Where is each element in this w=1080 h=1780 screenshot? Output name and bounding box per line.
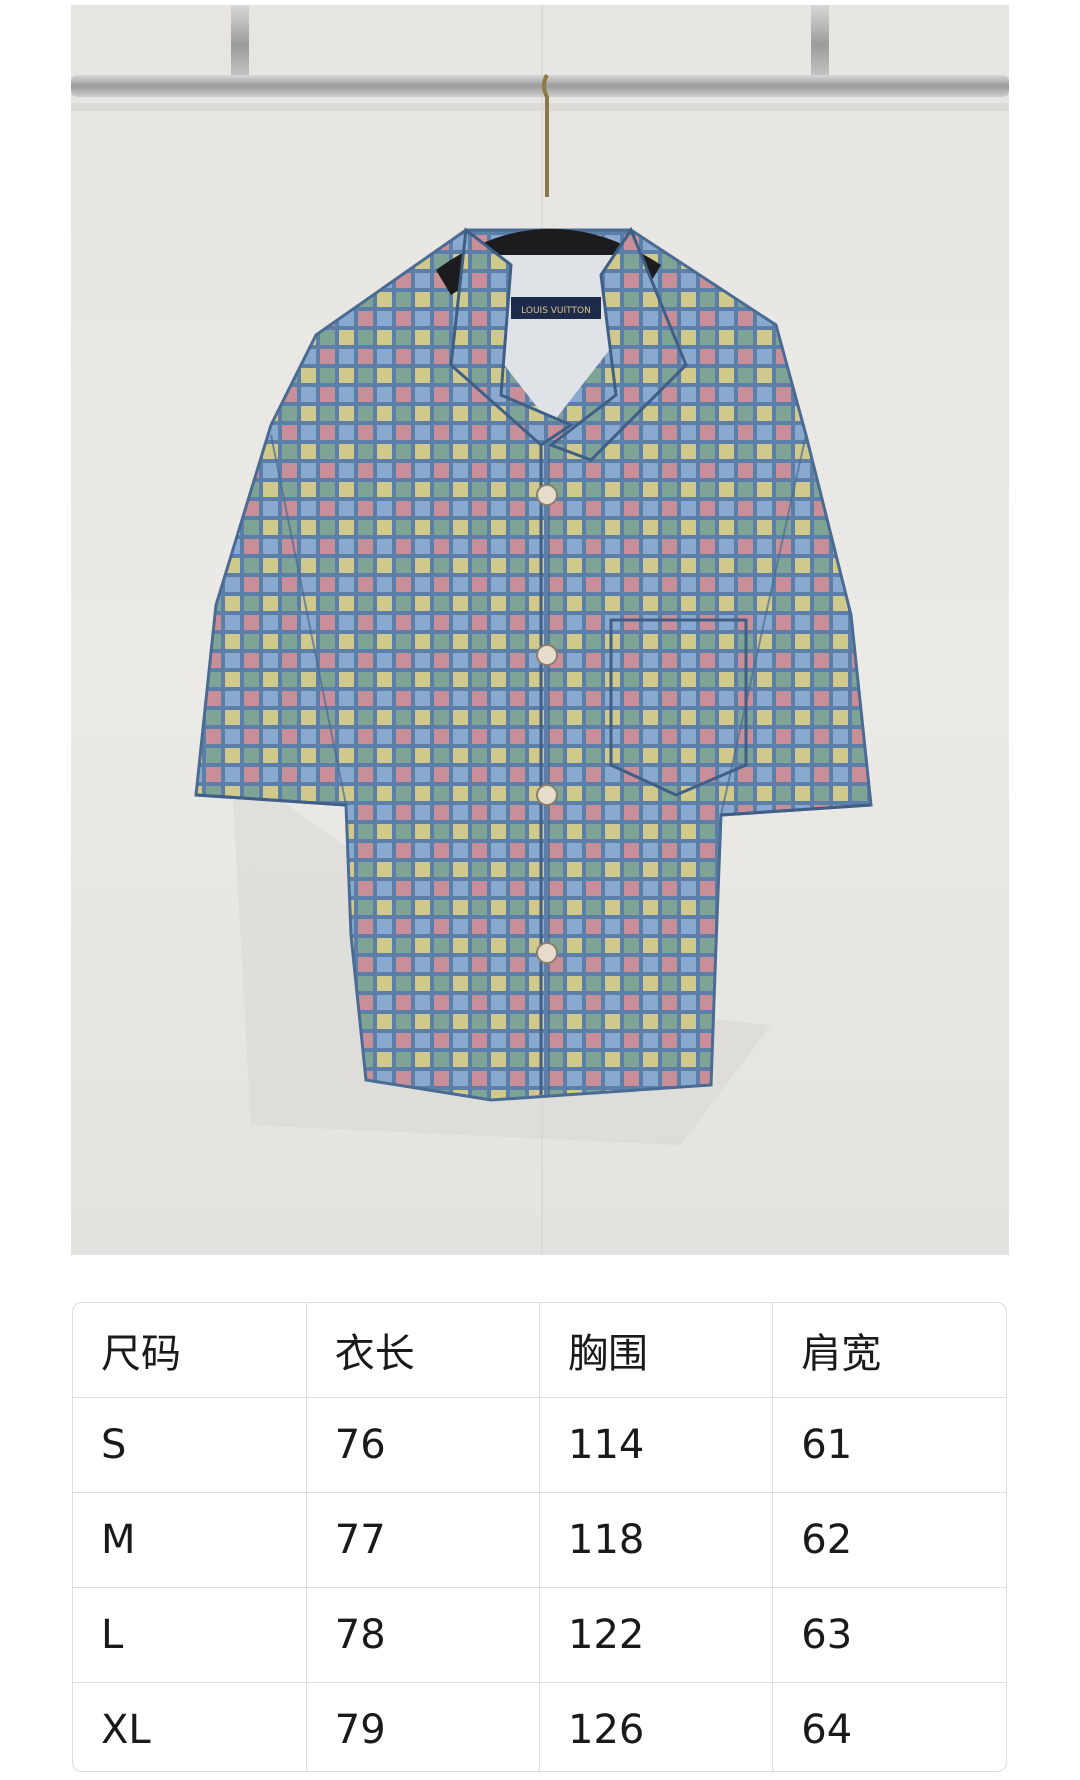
brand-label-text: LOUIS VUITTON: [521, 306, 591, 316]
clothing-rail: [71, 5, 1009, 111]
length-cell: 77: [306, 1492, 541, 1588]
length-cell: 78: [306, 1587, 541, 1683]
header-size: 尺码: [73, 1303, 307, 1398]
length-cell: 76: [306, 1397, 541, 1493]
product-page: LOUIS VUITTON 尺码 衣长 胸围 肩宽 S 76 114 61 M …: [0, 0, 1080, 1780]
chest-cell: 114: [539, 1397, 774, 1493]
chest-cell: 122: [539, 1587, 774, 1683]
length-cell: 79: [306, 1682, 541, 1771]
size-chart-header-row: 尺码 衣长 胸围 肩宽: [73, 1303, 1006, 1398]
header-shoulder: 肩宽: [772, 1303, 1006, 1398]
header-length: 衣长: [306, 1303, 541, 1398]
size-chart-table: 尺码 衣长 胸围 肩宽 S 76 114 61 M 77 118 62 L 78…: [73, 1303, 1006, 1771]
shoulder-cell: 62: [772, 1492, 1006, 1588]
size-cell: M: [73, 1492, 307, 1588]
size-chart: 尺码 衣长 胸围 肩宽 S 76 114 61 M 77 118 62 L 78…: [72, 1302, 1007, 1772]
chest-cell: 126: [539, 1682, 774, 1771]
header-chest: 胸围: [539, 1303, 774, 1398]
hanger-hook: [542, 73, 549, 197]
size-row: L 78 122 63: [73, 1587, 1006, 1683]
chest-cell: 118: [539, 1492, 774, 1588]
size-row: M 77 118 62: [73, 1492, 1006, 1588]
shoulder-cell: 63: [772, 1587, 1006, 1683]
size-row: S 76 114 61: [73, 1397, 1006, 1493]
product-photo: LOUIS VUITTON: [71, 5, 1009, 1255]
shoulder-cell: 64: [801, 1707, 853, 1753]
shoulder-cell: 61: [772, 1397, 1006, 1493]
size-cell: XL: [73, 1682, 307, 1771]
size-row: XL 79 126 64: [73, 1682, 1006, 1771]
size-cell: L: [73, 1587, 307, 1683]
size-cell: S: [73, 1397, 307, 1493]
